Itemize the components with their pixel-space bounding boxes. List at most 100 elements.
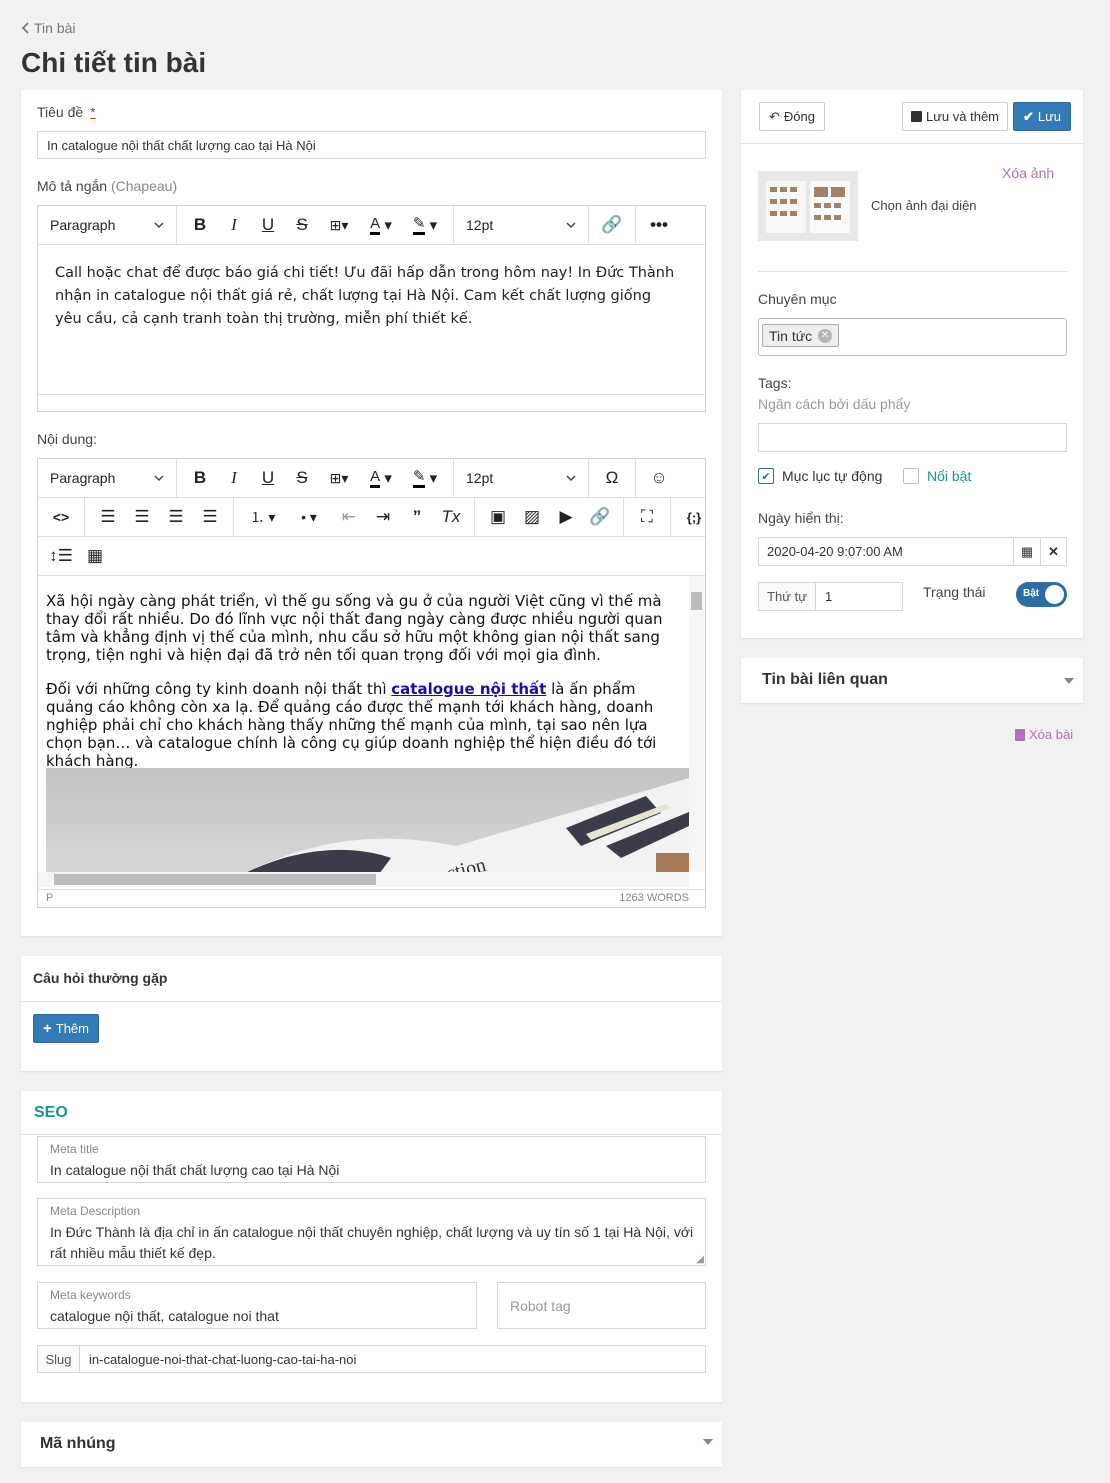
content-paragraph: Xã hội ngày càng phát triển, vì thế gu s… [46, 592, 663, 664]
related-posts-card[interactable]: Tin bài liên quan [741, 658, 1083, 703]
tags-hint: Ngăn cách bởi dấu phẩy [758, 396, 911, 412]
template-icon[interactable]: {;} [677, 502, 705, 532]
font-size-select[interactable]: 12pt [460, 470, 582, 486]
page-title: Chi tiết tin bài [21, 47, 207, 78]
bold-icon[interactable]: B [183, 463, 217, 493]
indent-icon[interactable]: ⇥ [366, 502, 400, 532]
choose-image-link[interactable]: Chọn ảnh đại diện [871, 198, 977, 213]
outdent-icon[interactable]: ⇤ [332, 502, 366, 532]
text-color-icon[interactable]: A ▾ [359, 210, 403, 240]
table-icon[interactable]: ⊞▾ [319, 210, 359, 240]
resize-handle-icon[interactable]: ◢ [696, 1254, 704, 1265]
bold-icon[interactable]: B [183, 210, 217, 240]
meta-title-field[interactable]: Meta title In catalogue nội thất chất lư… [37, 1136, 706, 1183]
media-icon[interactable]: ▶ [549, 502, 583, 532]
underline-icon[interactable]: U [251, 210, 285, 240]
chevron-down-icon [566, 474, 576, 482]
table-icon[interactable]: ⊞▾ [319, 463, 359, 493]
chevron-down-icon [154, 221, 164, 229]
breadcrumb-label: Tin bài [34, 20, 76, 36]
check-icon: ✔ [1022, 108, 1034, 124]
embed-card[interactable]: Mã nhúng [21, 1422, 722, 1467]
calendar-icon[interactable]: ▦ [1013, 538, 1040, 565]
tags-input[interactable] [758, 423, 1067, 452]
save-button[interactable]: ✔ Lưu [1013, 102, 1071, 131]
bullet-list-icon[interactable]: • ▾ [286, 502, 332, 532]
embed-title: Mã nhúng [40, 1435, 116, 1452]
clear-format-icon[interactable]: Tx [434, 502, 468, 532]
order-field[interactable]: Thứ tự 1 [758, 582, 903, 611]
align-right-icon[interactable]: ☰ [159, 502, 193, 532]
link-icon[interactable]: 🔗 [595, 210, 629, 240]
date-field[interactable]: 2020-04-20 9:07:00 AM ▦ ✕ [758, 537, 1067, 566]
status-toggle[interactable]: Bật [1016, 582, 1067, 607]
floppy-icon [910, 111, 922, 122]
meta-description-field[interactable]: Meta Description In Đức Thành là địa chỉ… [37, 1198, 706, 1266]
date-label: Ngày hiển thị: [758, 510, 844, 526]
qr-code-icon[interactable]: ▦ [78, 541, 112, 571]
featured-checkbox[interactable]: Nổi bật [903, 468, 971, 484]
content-body[interactable]: Xã hội ngày càng phát triển, vì thế gu s… [38, 576, 689, 872]
tags-label: Tags: [758, 375, 792, 391]
vertical-scrollbar[interactable] [689, 576, 705, 872]
highlight-icon[interactable]: ✎ ▾ [403, 463, 447, 493]
align-left-icon[interactable]: ☰ [91, 502, 125, 532]
block-format-select[interactable]: Paragraph [44, 470, 170, 486]
close-button[interactable]: ↶ Đóng [759, 102, 825, 131]
clear-date-icon[interactable]: ✕ [1040, 538, 1066, 565]
more-icon[interactable]: ••• [642, 210, 676, 240]
omega-icon[interactable]: Ω [595, 463, 629, 493]
category-select[interactable]: Tin tức ✕ [758, 318, 1067, 356]
content-toolbar-row2: <> ☰ ☰ ☰ ☰ ⒈ ▾ • ▾ ⇤ ⇥ ” Tx ▣ ▨ ▶ 🔗 ⛶ {;… [38, 498, 705, 537]
code-icon[interactable]: <> [44, 502, 78, 532]
italic-icon[interactable]: I [217, 463, 251, 493]
checkbox-checked-icon: ✔ [758, 468, 774, 484]
align-center-icon[interactable]: ☰ [125, 502, 159, 532]
line-height-icon[interactable]: ↕☰ [44, 541, 78, 571]
italic-icon[interactable]: I [217, 210, 251, 240]
plus-icon: + [43, 1020, 52, 1037]
remove-chip-icon[interactable]: ✕ [818, 328, 833, 343]
text-color-icon[interactable]: A ▾ [359, 463, 403, 493]
title-input[interactable]: In catalogue nội thất chất lượng cao tại… [37, 131, 706, 159]
content-editor: Paragraph B I U S ⊞▾ A ▾ ✎ ▾ 12pt Ω ☺ <>… [37, 458, 706, 908]
robot-tag-input[interactable]: Robot tag [497, 1282, 706, 1329]
featured-image-thumbnail[interactable] [758, 171, 858, 241]
meta-keywords-field[interactable]: Meta keywords catalogue nội thất, catalo… [37, 1282, 477, 1329]
breadcrumb[interactable]: Tin bài [21, 20, 76, 36]
delete-post-link[interactable]: Xóa bài [1015, 727, 1073, 742]
link-icon[interactable]: 🔗 [583, 502, 617, 532]
font-size-select[interactable]: 12pt [460, 217, 582, 233]
content-link[interactable]: catalogue nội thất [391, 680, 546, 698]
faq-add-button[interactable]: + Thêm [33, 1014, 99, 1043]
image-icon[interactable]: ▨ [515, 502, 549, 532]
strikethrough-icon[interactable]: S [285, 463, 319, 493]
seo-title: SEO [34, 1104, 68, 1121]
gallery-icon[interactable]: ▣ [481, 502, 515, 532]
content-image: ction [46, 768, 689, 872]
blockquote-icon[interactable]: ” [400, 502, 434, 532]
underline-icon[interactable]: U [251, 463, 285, 493]
remove-image-link[interactable]: Xóa ảnh [1002, 165, 1054, 181]
fullscreen-icon[interactable]: ⛶ [630, 502, 664, 532]
word-count: 1263 WORDS [619, 892, 689, 904]
slug-field[interactable]: Slug in-catalogue-noi-that-chat-luong-ca… [37, 1345, 706, 1373]
required-mark: * [90, 104, 96, 120]
divider [758, 271, 1067, 272]
horizontal-scrollbar[interactable] [38, 872, 689, 887]
highlight-icon[interactable]: ✎ ▾ [403, 210, 447, 240]
short-desc-hint: (Chapeau) [110, 178, 178, 194]
align-justify-icon[interactable]: ☰ [193, 502, 227, 532]
slug-label: Slug [38, 1346, 80, 1372]
strikethrough-icon[interactable]: S [285, 210, 319, 240]
numbered-list-icon[interactable]: ⒈ ▾ [240, 502, 286, 532]
emoji-icon[interactable]: ☺ [642, 463, 676, 493]
block-format-select[interactable]: Paragraph [44, 217, 170, 233]
divider [21, 1001, 722, 1002]
short-desc-content[interactable]: Call hoặc chat để được báo giá chi tiết!… [55, 262, 675, 331]
save-and-add-button[interactable]: Lưu và thêm [902, 102, 1008, 131]
toc-checkbox[interactable]: ✔ Mục lục tự động [758, 468, 882, 484]
category-chip: Tin tức ✕ [762, 324, 840, 347]
toggle-label: Bật [1023, 588, 1040, 599]
seo-card: SEO Meta title In catalogue nội thất chấ… [21, 1091, 722, 1402]
